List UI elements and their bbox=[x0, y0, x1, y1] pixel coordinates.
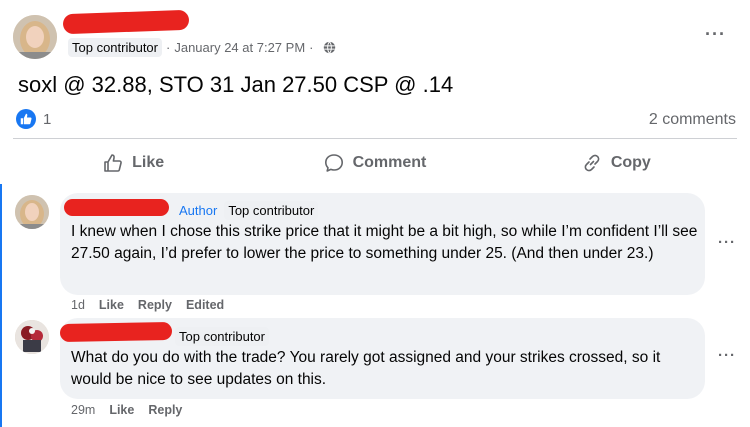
comment-more-options-icon[interactable]: ··· bbox=[718, 347, 736, 364]
post-action-bar: Like Comment Copy bbox=[13, 146, 737, 180]
author-tag: Author bbox=[179, 203, 218, 218]
post-meta: Top contributor · January 24 at 7:27 PM … bbox=[68, 37, 336, 57]
comment-header: Top contributor bbox=[175, 327, 269, 346]
post-timestamp[interactable]: January 24 at 7:27 PM bbox=[174, 40, 305, 55]
comments-section: Author Top contributor I knew when I cho… bbox=[0, 184, 750, 427]
comment-reply-link[interactable]: Reply bbox=[138, 298, 172, 312]
reaction-count: 1 bbox=[43, 110, 52, 128]
comment-timestamp[interactable]: 1d bbox=[71, 298, 85, 312]
comment-like-link[interactable]: Like bbox=[99, 298, 124, 312]
comment-header: Author Top contributor bbox=[179, 201, 319, 220]
top-contributor-badge: Top contributor bbox=[68, 37, 162, 57]
comment-reply-link[interactable]: Reply bbox=[148, 403, 182, 417]
comment-text: What do you do with the trade? You rarel… bbox=[71, 349, 661, 388]
top-contributor-badge: Top contributor bbox=[175, 327, 269, 346]
speech-bubble-icon bbox=[324, 154, 343, 172]
comment-author-avatar[interactable] bbox=[15, 195, 49, 229]
post-author-avatar[interactable] bbox=[13, 15, 57, 59]
like-button[interactable]: Like bbox=[13, 146, 254, 180]
comment-footer: 29m Like Reply bbox=[71, 403, 196, 417]
top-contributor-badge: Top contributor bbox=[224, 201, 319, 220]
post-more-options-icon[interactable]: ··· bbox=[705, 24, 726, 45]
redacted-commenter-name bbox=[64, 199, 169, 216]
comment-author-avatar[interactable] bbox=[15, 320, 49, 354]
facebook-post: Top contributor · January 24 at 7:27 PM … bbox=[0, 0, 750, 427]
copy-button[interactable]: Copy bbox=[496, 146, 737, 180]
thumbs-up-outline-icon bbox=[104, 154, 123, 172]
like-button-label: Like bbox=[132, 154, 165, 171]
comment-more-options-icon[interactable]: ··· bbox=[718, 234, 736, 251]
thumbs-up-icon bbox=[16, 109, 36, 129]
reaction-summary[interactable]: 1 bbox=[16, 109, 51, 129]
comment-button-label: Comment bbox=[352, 154, 427, 171]
comment-edited-label[interactable]: Edited bbox=[186, 298, 224, 312]
redacted-author-name bbox=[62, 9, 190, 35]
globe-icon bbox=[323, 40, 336, 54]
meta-separator: · bbox=[166, 39, 171, 55]
comment-text: I knew when I chose this strike price th… bbox=[71, 223, 698, 262]
link-icon bbox=[584, 154, 600, 172]
comment-button[interactable]: Comment bbox=[254, 146, 495, 180]
comment-timestamp[interactable]: 29m bbox=[71, 403, 95, 417]
comment-like-link[interactable]: Like bbox=[109, 403, 134, 417]
meta-separator-2: · bbox=[309, 39, 314, 55]
copy-button-label: Copy bbox=[610, 154, 651, 171]
redacted-commenter-name bbox=[59, 322, 173, 342]
comment-footer: 1d Like Reply Edited bbox=[71, 298, 238, 312]
comments-count-link[interactable]: 2 comments bbox=[649, 111, 736, 129]
divider bbox=[13, 138, 737, 139]
post-text: soxl @ 32.88, STO 31 Jan 27.50 CSP @ .14 bbox=[18, 72, 454, 97]
